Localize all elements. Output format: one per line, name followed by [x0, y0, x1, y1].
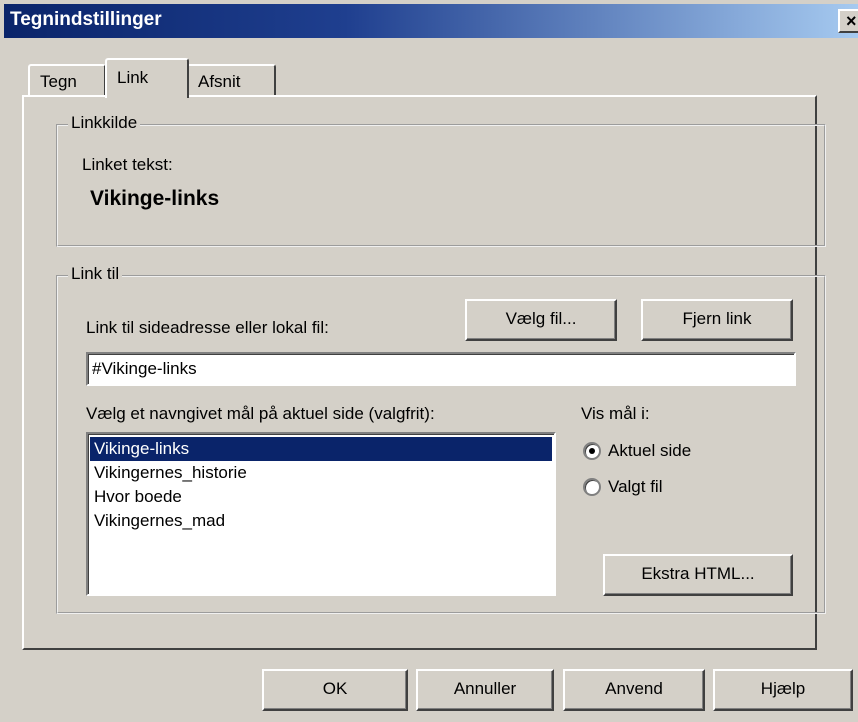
link-til-legend: Link til: [68, 264, 123, 284]
radio-current-page-label[interactable]: Aktuel side: [608, 441, 691, 461]
close-button[interactable]: ×: [838, 9, 858, 33]
close-icon: ×: [846, 11, 857, 31]
show-target-label: Vis mål i:: [581, 404, 650, 423]
targets-listbox[interactable]: Vikinge-links Vikingernes_historie Hvor …: [86, 432, 556, 596]
title-bar[interactable]: Tegnindstillinger ×: [4, 4, 858, 38]
linkkilde-group: Linkkilde Linket tekst: Vikinge-links: [56, 113, 826, 247]
cancel-button[interactable]: Annuller: [416, 669, 554, 711]
help-button[interactable]: Hjælp: [713, 669, 853, 711]
extra-html-label: Ekstra HTML...: [641, 564, 755, 583]
address-input-value: #Vikinge-links: [92, 359, 197, 378]
choose-file-button[interactable]: Vælg fil...: [465, 299, 617, 341]
dialog-window: Tegnindstillinger × Tegn Afsnit Linkkild…: [0, 0, 858, 722]
list-item[interactable]: Vikinge-links: [90, 437, 552, 461]
address-input[interactable]: #Vikinge-links: [86, 352, 796, 386]
list-item[interactable]: Hvor boede: [90, 485, 552, 509]
tab-afsnit-label: Afsnit: [198, 72, 241, 91]
linkkilde-legend: Linkkilde: [68, 113, 141, 133]
tab-tegn[interactable]: Tegn: [28, 64, 106, 96]
tab-panel-link: Linkkilde Linket tekst: Vikinge-links Li…: [22, 95, 826, 650]
remove-link-button[interactable]: Fjern link: [641, 299, 793, 341]
tab-link-label: Link: [117, 68, 149, 87]
help-label: Hjælp: [760, 679, 806, 698]
tab-afsnit[interactable]: Afsnit: [186, 64, 276, 96]
window-title: Tegnindstillinger: [10, 9, 162, 30]
radio-chosen-file[interactable]: [583, 478, 601, 496]
list-item[interactable]: Vikingernes_mad: [90, 509, 552, 533]
targets-label: Vælg et navngivet mål på aktuel side (va…: [86, 404, 435, 423]
link-til-group: Link til Link til sideadresse eller loka…: [56, 264, 826, 614]
linked-text-label: Linket tekst:: [82, 155, 173, 174]
remove-link-label: Fjern link: [682, 309, 752, 328]
tab-link[interactable]: Link: [105, 58, 189, 98]
radio-current-page[interactable]: [583, 442, 601, 460]
cancel-label: Annuller: [453, 679, 517, 698]
linked-text-value: Vikinge-links: [90, 187, 220, 210]
extra-html-button[interactable]: Ekstra HTML...: [603, 554, 793, 596]
radio-chosen-file-label[interactable]: Valgt fil: [608, 477, 663, 497]
tab-tegn-label: Tegn: [40, 72, 77, 91]
ok-button[interactable]: OK: [262, 669, 408, 711]
ok-label: OK: [322, 679, 348, 698]
choose-file-label: Vælg fil...: [505, 309, 577, 328]
apply-label: Anvend: [605, 679, 663, 698]
address-label: Link til sideadresse eller lokal fil:: [86, 318, 329, 337]
list-item[interactable]: Vikingernes_historie: [90, 461, 552, 485]
radio-dot-icon: [589, 448, 595, 454]
apply-button[interactable]: Anvend: [563, 669, 705, 711]
